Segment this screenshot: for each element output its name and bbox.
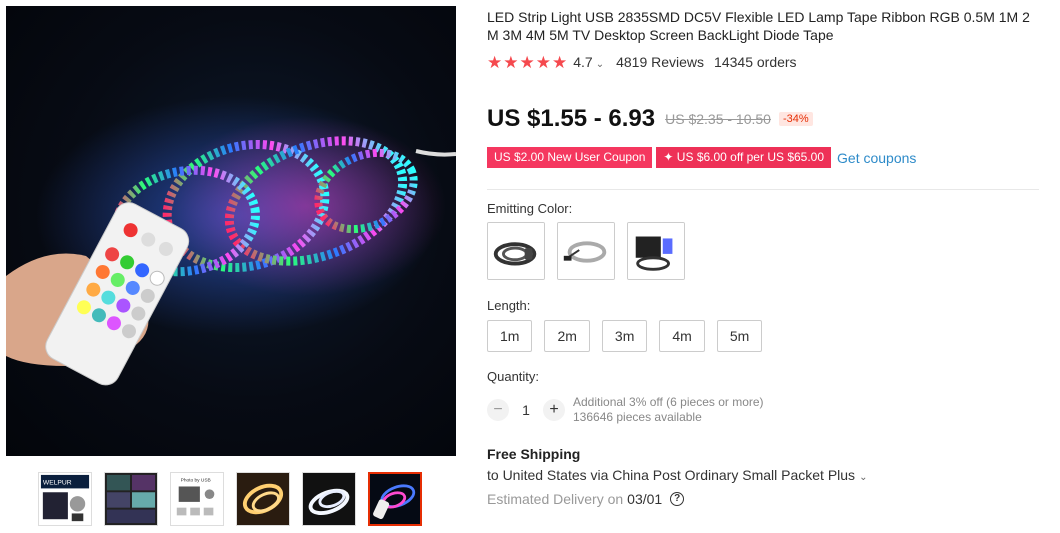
thumbnail-2[interactable] bbox=[104, 472, 158, 526]
help-icon[interactable]: ? bbox=[670, 492, 685, 506]
star-icon: ★ bbox=[519, 52, 535, 72]
thumb-package-icon: WELPUR bbox=[39, 473, 91, 525]
delivery-label: Estimated Delivery on bbox=[487, 491, 624, 507]
thumbnail-1[interactable]: WELPUR bbox=[38, 472, 92, 526]
star-icon: ★ bbox=[552, 52, 568, 72]
shipping-destination: to United States via China Post Ordinary… bbox=[487, 467, 856, 483]
color-option-rgb-remote[interactable] bbox=[487, 222, 545, 280]
shipping-destination-dropdown[interactable]: to United States via China Post Ordinary… bbox=[487, 467, 867, 483]
rating-row: ★ ★ ★ ★ ★ 4.7 ⌄ 4819 Reviews 14345 orders bbox=[487, 53, 797, 71]
thumb-caption: Photo by USB bbox=[181, 478, 211, 484]
star-rating[interactable]: ★ ★ ★ ★ ★ bbox=[487, 54, 567, 71]
store-coupon[interactable]: ✦ US $6.00 off per US $65.00 bbox=[656, 147, 832, 168]
quantity-label: Quantity: bbox=[487, 369, 540, 384]
reviews-count[interactable]: 4819 Reviews bbox=[616, 54, 704, 70]
led-strip-illustration bbox=[6, 96, 456, 386]
length-option-3m[interactable]: 3m bbox=[601, 320, 648, 352]
thumbnail-4[interactable] bbox=[236, 472, 290, 526]
divider bbox=[487, 189, 1039, 190]
color-option-rgb-remote-icon bbox=[488, 223, 544, 279]
coupon-row: US $2.00 New User Coupon ✦ US $6.00 off … bbox=[487, 147, 916, 168]
current-price: US $1.55 - 6.93 bbox=[487, 105, 656, 132]
thumb-room-scenes-icon bbox=[105, 473, 157, 525]
length-option-5m[interactable]: 5m bbox=[716, 320, 763, 352]
price-row: US $1.55 - 6.93 US $2.35 - 10.50 -34% bbox=[487, 104, 813, 134]
delivery-date: 03/01 bbox=[627, 491, 663, 507]
length-options: 1m 2m 3m 4m 5m bbox=[487, 320, 774, 352]
quantity-minus-button[interactable]: − bbox=[487, 399, 509, 421]
length-option-2m[interactable]: 2m bbox=[544, 320, 590, 352]
color-option-package-box[interactable] bbox=[627, 222, 685, 280]
thumb-warm-strip-icon bbox=[237, 473, 289, 525]
pieces-available-text: 136646 pieces available bbox=[573, 410, 702, 424]
quantity-plus-button[interactable]: + bbox=[543, 399, 565, 421]
original-price: US $2.35 - 10.50 bbox=[665, 111, 771, 127]
thumbnail-6-active[interactable] bbox=[368, 472, 422, 526]
discount-badge: -34% bbox=[778, 112, 813, 126]
color-option-package-box-icon bbox=[628, 223, 684, 279]
main-product-image[interactable] bbox=[6, 6, 456, 456]
emitting-color-label: Emitting Color: bbox=[487, 201, 573, 216]
get-coupons-link[interactable]: Get coupons bbox=[837, 150, 916, 166]
star-icon: ★ bbox=[487, 52, 503, 72]
star-icon: ★ bbox=[535, 52, 551, 72]
shipping-title: Free Shipping bbox=[487, 446, 581, 462]
thumb-white-strip-icon bbox=[303, 473, 355, 525]
color-option-usb-plug[interactable] bbox=[557, 222, 615, 280]
length-label: Length: bbox=[487, 298, 531, 313]
thumb-logo-text: WELPUR bbox=[43, 480, 72, 487]
color-option-usb-plug-icon bbox=[558, 223, 614, 279]
orders-count: 14345 orders bbox=[714, 54, 797, 70]
thumbnail-5[interactable] bbox=[302, 472, 356, 526]
chevron-down-icon: ⌄ bbox=[595, 59, 605, 70]
chevron-down-icon: ⌄ bbox=[859, 472, 868, 483]
new-user-coupon[interactable]: US $2.00 New User Coupon bbox=[487, 147, 653, 168]
length-option-1m[interactable]: 1m bbox=[487, 320, 533, 352]
bulk-offer-text: Additional 3% off (6 pieces or more) bbox=[573, 395, 764, 409]
product-title: LED Strip Light USB 2835SMD DC5V Flexibl… bbox=[487, 9, 1030, 43]
quantity-info: Additional 3% off (6 pieces or more) 136… bbox=[573, 395, 764, 425]
rating-value: 4.7 bbox=[573, 54, 593, 70]
quantity-value[interactable]: 1 bbox=[509, 402, 543, 418]
quantity-stepper: − 1 + Additional 3% off (6 pieces or mor… bbox=[487, 395, 764, 425]
rating-value-dropdown[interactable]: 4.7 ⌄ bbox=[573, 54, 604, 70]
thumb-rgb-remote-icon bbox=[370, 474, 420, 524]
color-options bbox=[487, 222, 697, 280]
length-option-4m[interactable]: 4m bbox=[659, 320, 705, 352]
thumb-package-list-icon: Photo by USB bbox=[171, 473, 223, 525]
star-icon: ★ bbox=[503, 52, 519, 72]
estimated-delivery: Estimated Delivery on 03/01 ? bbox=[487, 491, 685, 507]
thumbnail-3[interactable]: Photo by USB bbox=[170, 472, 224, 526]
